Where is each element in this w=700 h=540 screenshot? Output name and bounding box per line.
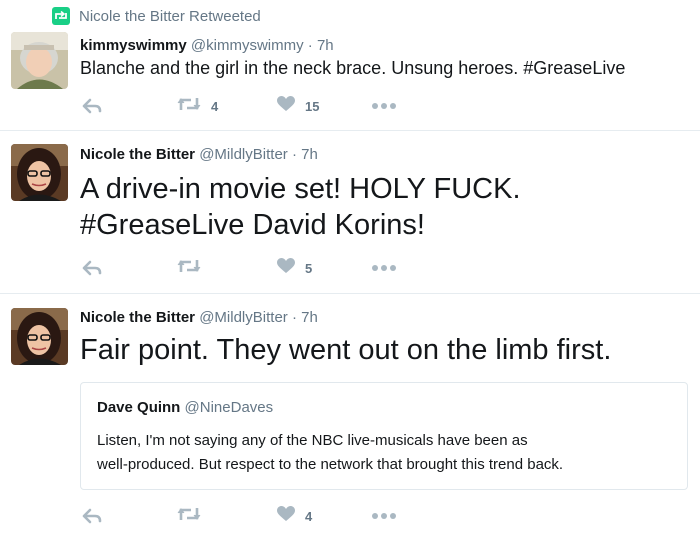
reply-icon[interactable]: [82, 95, 102, 117]
tweet-fullname[interactable]: Nicole the Bitter: [80, 146, 195, 163]
like-button[interactable]: 15: [277, 95, 319, 117]
tweet-time[interactable]: 7h: [301, 309, 318, 326]
reply-icon[interactable]: [82, 257, 102, 279]
retweet-button[interactable]: [177, 257, 211, 279]
avatar[interactable]: [11, 32, 68, 89]
tweet-separator: ·: [307, 37, 313, 54]
quoted-fullname: Dave Quinn: [97, 399, 181, 416]
tweet-header: Nicole the Bitter @MildlyBitter · 7h: [80, 146, 318, 163]
tweet-handle[interactable]: @MildlyBitter: [199, 309, 288, 326]
retweet-button[interactable]: 4: [177, 95, 218, 117]
tweet-actions: 5: [80, 257, 480, 279]
more-icon[interactable]: [372, 257, 396, 279]
tweet-text-line: #GreaseLive David Korins!: [80, 209, 425, 241]
retweet-button[interactable]: [177, 505, 211, 527]
tweet-time[interactable]: 7h: [301, 146, 318, 163]
more-icon[interactable]: [372, 505, 396, 527]
heart-icon: [277, 505, 295, 527]
like-count: 5: [305, 260, 313, 276]
tweet-actions: 4: [80, 505, 480, 527]
reply-icon[interactable]: [82, 505, 102, 527]
quoted-tweet-header: Dave Quinn @NineDaves: [97, 399, 273, 416]
quoted-tweet[interactable]: Dave Quinn @NineDaves Listen, I'm not sa…: [80, 382, 688, 490]
like-button[interactable]: 4: [277, 505, 312, 527]
avatar[interactable]: [11, 308, 68, 365]
retweet-count: 4: [211, 98, 219, 114]
tweet-handle[interactable]: @MildlyBitter: [199, 146, 288, 163]
tweet-text: Blanche and the girl in the neck brace. …: [80, 58, 626, 78]
tweet-separator: ·: [291, 146, 297, 163]
quoted-text-line: Listen, I'm not saying any of the NBC li…: [97, 432, 528, 449]
tweet-fullname[interactable]: Nicole the Bitter: [80, 309, 195, 326]
quoted-handle: @NineDaves: [184, 399, 274, 416]
tweet-actions: 4 15: [80, 95, 480, 117]
heart-icon: [277, 257, 295, 279]
tweet[interactable]: Nicole the Bitter @MildlyBitter · 7h Fai…: [0, 294, 700, 540]
like-count: 4: [305, 508, 313, 524]
quoted-text-line: well-produced. But respect to the networ…: [97, 456, 564, 473]
tweet-separator: ·: [291, 309, 297, 326]
retweet-icon: [177, 506, 201, 527]
tweet-fullname[interactable]: kimmyswimmy: [80, 37, 187, 54]
tweet-handle[interactable]: @kimmyswimmy: [191, 37, 304, 54]
heart-icon: [277, 95, 295, 117]
like-button[interactable]: 5: [277, 257, 312, 279]
tweet-text: Fair point. They went out on the limb fi…: [80, 334, 612, 366]
quoted-tweet-text: Listen, I'm not saying any of the NBC li…: [97, 429, 677, 477]
retweet-icon: [177, 96, 201, 117]
tweet-header: kimmyswimmy @kimmyswimmy · 7h: [80, 37, 334, 54]
like-count: 15: [305, 98, 320, 114]
tweet-header: Nicole the Bitter @MildlyBitter · 7h: [80, 309, 318, 326]
tweet-text-line: A drive-in movie set! HOLY FUCK.: [80, 173, 521, 205]
tweet[interactable]: kimmyswimmy @kimmyswimmy · 7h Blanche an…: [0, 0, 700, 130]
tweet-time[interactable]: 7h: [317, 37, 334, 54]
retweet-icon: [177, 258, 201, 279]
more-icon[interactable]: [372, 95, 396, 117]
avatar[interactable]: [11, 144, 68, 201]
tweet[interactable]: Nicole the Bitter @MildlyBitter · 7h A d…: [0, 131, 700, 293]
